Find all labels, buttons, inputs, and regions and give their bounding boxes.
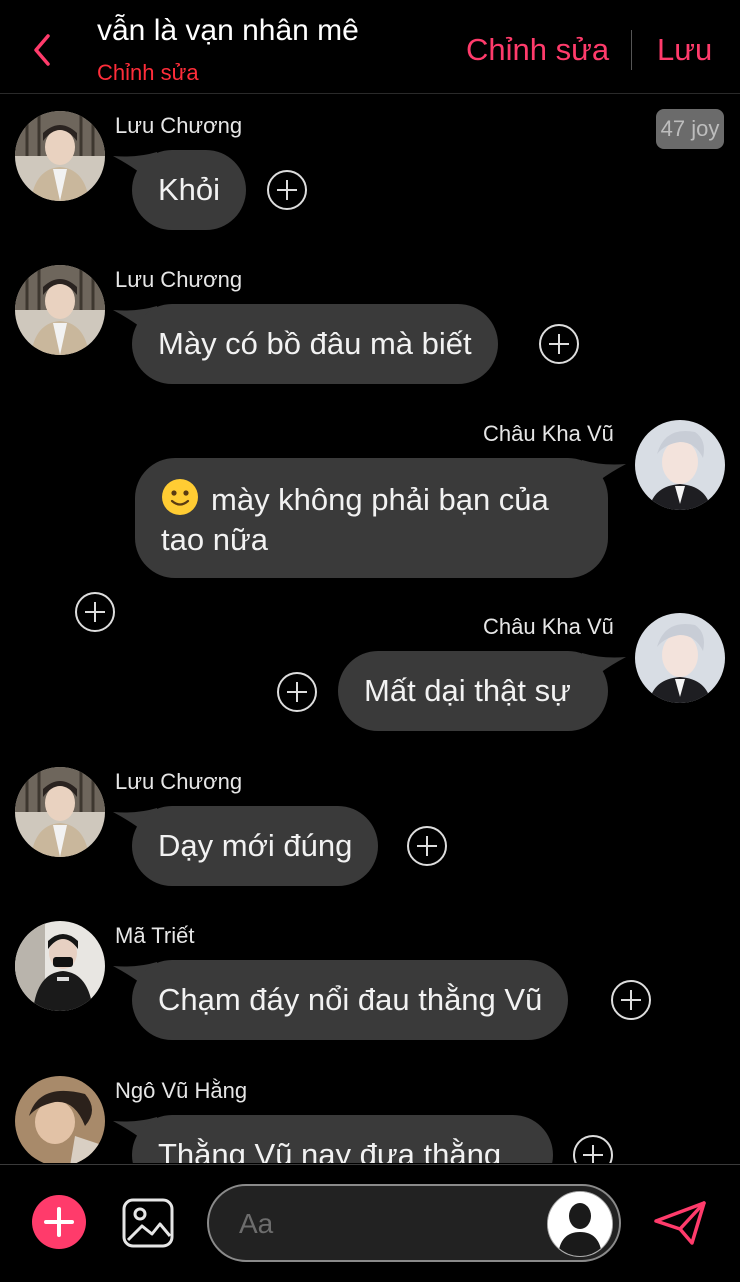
- user-silhouette-icon[interactable]: [547, 1191, 613, 1257]
- sender-name: Lưu Chương: [115, 267, 243, 292]
- plus-circle-icon[interactable]: [610, 979, 652, 1021]
- sender-name: Lưu Chương: [115, 769, 243, 794]
- chat-title: vẫn là vạn nhân mê: [97, 14, 359, 47]
- sender-name: Châu Kha Vũ: [483, 614, 614, 639]
- sender-name: Châu Kha Vũ: [483, 421, 614, 446]
- avatar[interactable]: [15, 111, 105, 201]
- slightly-smiling-face-icon: [162, 479, 198, 515]
- avatar[interactable]: [15, 1076, 105, 1163]
- header-divider: [631, 30, 632, 70]
- plus-circle-icon[interactable]: [276, 671, 318, 713]
- save-button[interactable]: Lưu: [657, 32, 712, 68]
- joy-badge: 47 joy: [656, 109, 724, 149]
- send-icon[interactable]: [652, 1199, 708, 1247]
- plus-circle-icon[interactable]: [538, 323, 580, 365]
- sender-name: Mã Triết: [115, 923, 195, 948]
- sender-name: Ngô Vũ Hằng: [115, 1078, 248, 1103]
- avatar[interactable]: [15, 265, 105, 355]
- message-list[interactable]: 47 joy Lưu Chương Khỏi Lưu Chương Mày có…: [0, 94, 740, 1163]
- sender-name: Lưu Chương: [115, 113, 243, 138]
- plus-circle-icon[interactable]: [266, 169, 308, 211]
- message-bubble[interactable]: Thằng Vũ nay đưa thằng: [132, 1115, 553, 1163]
- plus-circle-icon[interactable]: [406, 825, 448, 867]
- add-icon: [44, 1207, 74, 1237]
- avatar[interactable]: [15, 921, 105, 1011]
- edit-button[interactable]: Chỉnh sửa: [466, 32, 609, 68]
- composer-bar: Aa: [0, 1164, 740, 1282]
- message-bubble[interactable]: Dạy mới đúng: [132, 806, 379, 886]
- chat-subtitle[interactable]: Chỉnh sửa: [97, 60, 199, 86]
- message-bubble[interactable]: Chạm đáy nổi đau thằng Vũ: [132, 960, 569, 1040]
- message-bubble[interactable]: Khỏi: [132, 150, 247, 230]
- message-input[interactable]: Aa: [207, 1184, 621, 1262]
- image-icon[interactable]: [122, 1198, 174, 1248]
- plus-circle-icon[interactable]: [74, 591, 116, 633]
- message-bubble[interactable]: Mất dại thật sự: [338, 651, 608, 731]
- add-button[interactable]: [32, 1195, 86, 1249]
- back-chevron-icon[interactable]: [28, 30, 58, 70]
- avatar[interactable]: [635, 420, 725, 510]
- plus-circle-icon[interactable]: [572, 1134, 614, 1163]
- avatar[interactable]: [15, 767, 105, 857]
- chat-header: vẫn là vạn nhân mê Chỉnh sửa Chỉnh sửa L…: [0, 0, 740, 94]
- avatar[interactable]: [635, 613, 725, 703]
- message-bubble[interactable]: Mày có bồ đâu mà biết: [132, 304, 498, 384]
- message-text: mày không phải bạn của tao nữa: [161, 482, 549, 557]
- message-input-placeholder: Aa: [239, 1208, 274, 1239]
- message-bubble[interactable]: mày không phải bạn của tao nữa: [135, 458, 608, 578]
